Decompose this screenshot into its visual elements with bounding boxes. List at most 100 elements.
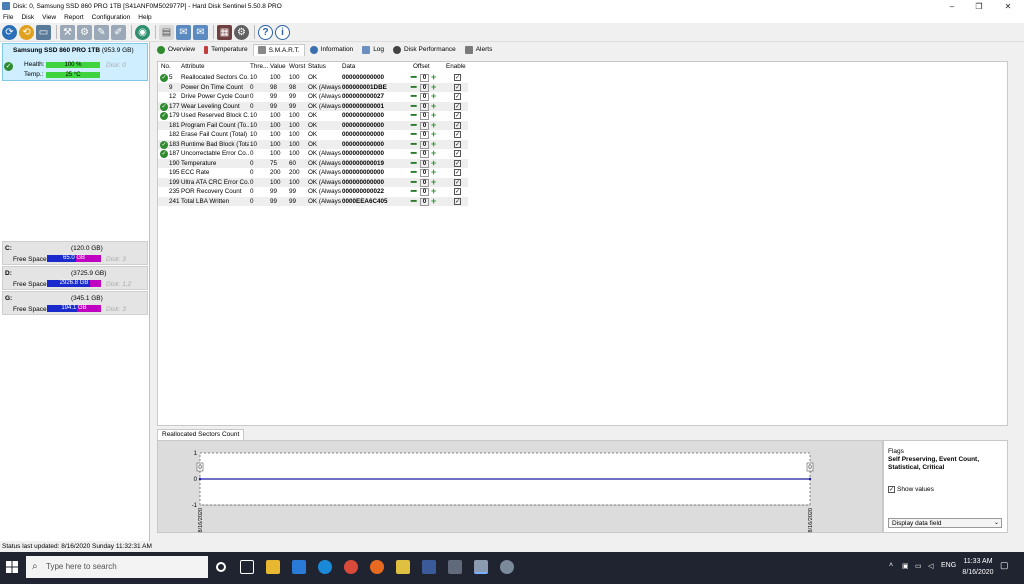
app-icon-1[interactable]: [422, 560, 436, 574]
table-row[interactable]: ✓ 179 Used Reserved Block C... 10 100 100 OK 00…: [158, 111, 468, 121]
offset-increase-button[interactable]: +: [431, 187, 438, 196]
col-worst[interactable]: Worst: [289, 63, 305, 70]
tray-chevron-icon[interactable]: ˄: [889, 562, 893, 569]
menu-configuration[interactable]: Configuration: [92, 14, 131, 21]
col-offset[interactable]: Offset: [413, 63, 430, 70]
chrome-icon[interactable]: [344, 560, 358, 574]
enable-checkbox[interactable]: ✓: [454, 74, 461, 81]
table-row[interactable]: 199 Ultra ATA CRC Error Co... 0 100 100 OK (A…: [158, 177, 468, 187]
menu-report[interactable]: Report: [64, 14, 84, 21]
col-status[interactable]: Status: [308, 63, 326, 70]
offset-increase-button[interactable]: +: [431, 120, 438, 129]
menu-file[interactable]: File: [3, 14, 13, 21]
offset-increase-button[interactable]: +: [431, 168, 438, 177]
network-icon[interactable]: ▭: [915, 562, 922, 570]
display-data-dropdown[interactable]: Display data field ⌄: [888, 518, 1002, 528]
enable-checkbox[interactable]: ✓: [454, 121, 461, 129]
offset-value[interactable]: 0: [420, 112, 429, 120]
offset-value[interactable]: 0: [420, 131, 429, 139]
menu-view[interactable]: View: [42, 14, 56, 21]
offset-decrease-button[interactable]: ━: [411, 139, 418, 148]
offset-increase-button[interactable]: +: [431, 196, 438, 205]
table-row[interactable]: ✓ 187 Uncorrectable Error Co... 0 100 100 OK (…: [158, 149, 468, 159]
offset-increase-button[interactable]: +: [431, 92, 438, 101]
col-no[interactable]: No.: [161, 63, 171, 70]
table-row[interactable]: 190Temperature07560OK (Always...00000000…: [158, 158, 468, 168]
col-enable[interactable]: Enable: [446, 63, 466, 70]
mail-icon[interactable]: [292, 560, 306, 574]
table-row[interactable]: 181 Program Fail Count (To... 10 100 100 OK 00…: [158, 120, 468, 130]
edge-icon[interactable]: [318, 560, 332, 574]
offset-decrease-button[interactable]: ━: [411, 177, 418, 186]
chart-tab[interactable]: Reallocated Sectors Count: [157, 429, 245, 440]
minimize-button[interactable]: –: [939, 0, 965, 12]
enable-checkbox[interactable]: ✓: [454, 150, 461, 157]
offset-value[interactable]: 0: [420, 83, 429, 92]
windows-start-icon[interactable]: [6, 561, 18, 573]
enable-checkbox[interactable]: ✓: [454, 159, 461, 167]
refresh-icon[interactable]: ⟳: [2, 24, 17, 40]
offset-increase-button[interactable]: +: [431, 177, 438, 186]
offset-decrease-button[interactable]: ━: [411, 168, 418, 177]
offset-increase-button[interactable]: +: [431, 82, 438, 91]
offset-value[interactable]: 0: [420, 150, 429, 158]
table-row[interactable]: 195ECC Rate0200200OK (Always...000000000…: [158, 168, 468, 178]
offset-increase-button[interactable]: +: [431, 158, 438, 167]
tab-disk-performance[interactable]: Disk Performance: [389, 44, 460, 56]
hard-disk-sentinel-taskbar-icon[interactable]: [474, 560, 488, 574]
table-row[interactable]: ✓ 5 Reallocated Sectors Co... 10 100 100 OK 000…: [158, 73, 468, 83]
maximize-button[interactable]: ❐: [966, 0, 992, 12]
offset-value[interactable]: 0: [420, 74, 429, 82]
tab-overview[interactable]: Overview: [153, 44, 199, 56]
offset-increase-button[interactable]: +: [431, 101, 438, 110]
tray-app-icon[interactable]: ▣: [902, 562, 909, 570]
enable-checkbox[interactable]: ✓: [454, 140, 461, 148]
report-icon[interactable]: ▤: [159, 24, 174, 40]
offset-value[interactable]: 0: [420, 159, 429, 168]
close-button[interactable]: ✕: [995, 0, 1021, 12]
offset-increase-button[interactable]: +: [431, 149, 438, 158]
offset-value[interactable]: 0: [420, 197, 429, 206]
globe-icon[interactable]: ◉: [135, 24, 150, 40]
show-values-checkbox[interactable]: ✓ Show values: [888, 486, 934, 493]
offset-value[interactable]: 0: [420, 93, 429, 101]
taskbar-clock[interactable]: 11:33 AM 8/16/2020: [958, 556, 998, 578]
enable-checkbox[interactable]: ✓: [454, 83, 461, 91]
store-icon[interactable]: [396, 560, 410, 574]
menu-disk[interactable]: Disk: [21, 14, 34, 21]
volume-icon[interactable]: ◁: [928, 562, 933, 570]
app-icon-3[interactable]: [500, 560, 514, 574]
screen-icon[interactable]: ▦: [217, 24, 232, 40]
col-value[interactable]: Value: [270, 63, 286, 70]
tab-smart[interactable]: S.M.A.R.T.: [252, 43, 305, 56]
surface-icon[interactable]: ✐: [111, 24, 126, 40]
offset-increase-button[interactable]: +: [431, 111, 438, 120]
offset-decrease-button[interactable]: ━: [411, 149, 418, 158]
language-indicator[interactable]: ENG: [941, 562, 956, 569]
enable-checkbox[interactable]: ✓: [454, 102, 461, 110]
offset-increase-button[interactable]: +: [431, 73, 438, 82]
offset-value[interactable]: 0: [420, 102, 429, 111]
tab-information[interactable]: Information: [306, 44, 358, 56]
info-icon[interactable]: i: [275, 24, 290, 40]
enable-checkbox[interactable]: ✓: [454, 112, 461, 119]
send-icon[interactable]: ✉: [176, 24, 191, 40]
tab-alerts[interactable]: Alerts: [461, 44, 497, 56]
volume-d[interactable]: D: (3725.9 GB) Free Space 2926.8 GB Disk…: [2, 266, 148, 290]
task-view-icon[interactable]: [240, 560, 254, 574]
enable-checkbox[interactable]: ✓: [454, 197, 461, 205]
table-row[interactable]: 241Total LBA Written09999OK (Always...00…: [158, 196, 468, 206]
offset-decrease-button[interactable]: ━: [411, 158, 418, 167]
volume-c[interactable]: C: (120.0 GB) Free Space 65.0 GB Disk: 3: [2, 241, 148, 265]
enable-checkbox[interactable]: ✓: [454, 93, 461, 100]
col-attribute[interactable]: Attribute: [181, 63, 204, 70]
enable-checkbox[interactable]: ✓: [454, 188, 461, 195]
enable-checkbox[interactable]: ✓: [454, 131, 461, 138]
tab-log[interactable]: Log: [358, 44, 388, 56]
test-icon[interactable]: ✎: [94, 24, 109, 40]
table-row[interactable]: 12 Drive Power Cycle Count 0 99 99 OK (Always…: [158, 92, 468, 102]
offset-increase-button[interactable]: +: [431, 139, 438, 148]
offset-decrease-button[interactable]: ━: [411, 73, 418, 82]
enable-checkbox[interactable]: ✓: [454, 169, 461, 176]
enable-checkbox[interactable]: ✓: [454, 178, 461, 186]
